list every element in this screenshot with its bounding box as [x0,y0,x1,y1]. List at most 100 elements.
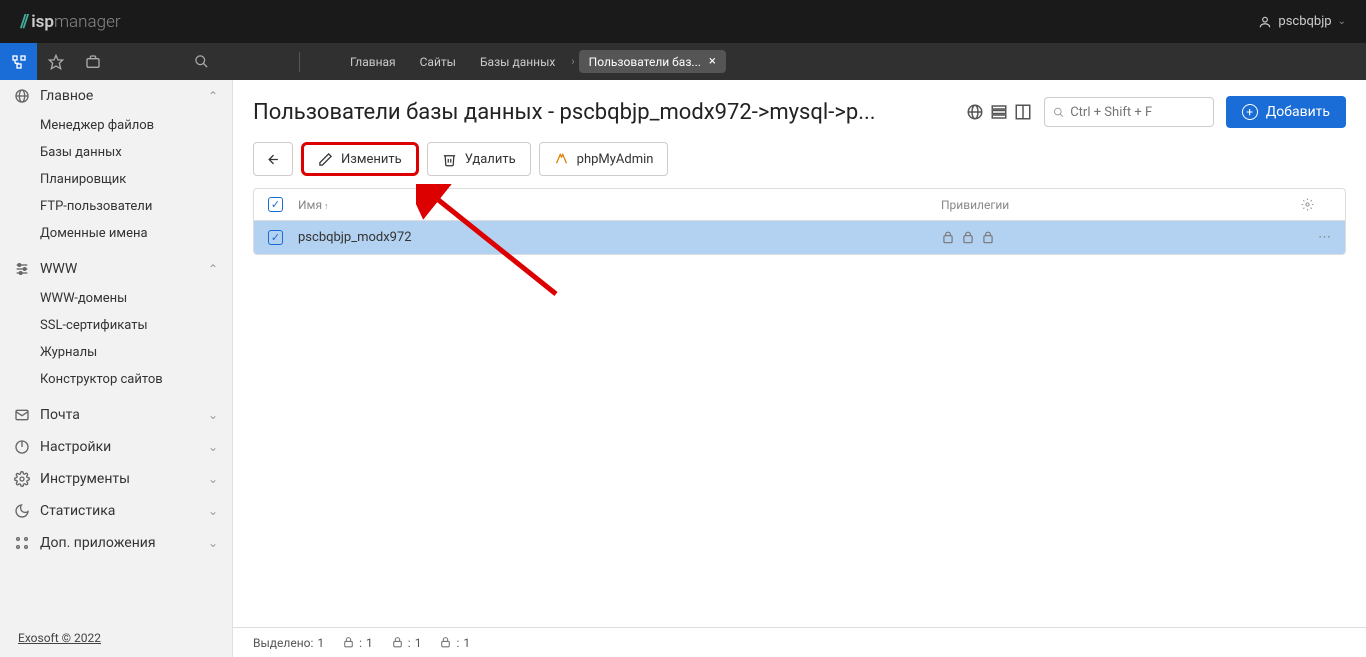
user-name: pscbqbjp [1278,14,1331,29]
global-search[interactable] [111,54,291,69]
globe-icon[interactable] [966,103,984,121]
status-stat-1: :1 [342,636,373,650]
sidebar-group-label: Инструменты [40,471,130,487]
sidebar: Главное ⌃ Менеджер файлов Базы данных Пл… [0,80,233,657]
toolbar: Изменить Удалить phpMyAdmin [233,142,1366,188]
secondary-bar: Главная Сайты Базы данных › Пользователи… [0,43,1366,80]
phpmyadmin-icon [554,152,569,167]
privilege-icon [961,231,975,245]
sidebar-group-label: Доп. приложения [40,535,156,551]
search-icon [194,54,209,69]
add-button[interactable]: + Добавить [1226,96,1346,128]
sidebar-group-apps[interactable]: Доп. приложения ⌄ [0,527,232,559]
status-bar: Выделено: 1 :1 :1 :1 [233,627,1366,657]
sidebar-group-settings[interactable]: Настройки ⌄ [0,431,232,463]
sidebar-group-stats[interactable]: Статистика ⌄ [0,495,232,527]
crumb-active-tab[interactable]: Пользователи баз... × [579,50,726,73]
sidebar-item-logs[interactable]: Журналы [0,339,232,366]
delete-button-label: Удалить [465,152,516,167]
columns-icon[interactable] [1014,103,1032,121]
sidebar-item-site-builder[interactable]: Конструктор сайтов [0,366,232,393]
search-icon [1053,106,1065,119]
phpmyadmin-button-label: phpMyAdmin [577,152,654,167]
delete-button[interactable]: Удалить [427,142,531,176]
sidebar-item-scheduler[interactable]: Планировщик [0,166,232,193]
sidebar-item-file-manager[interactable]: Менеджер файлов [0,112,232,139]
add-button-label: Добавить [1266,104,1330,120]
status-selected: Выделено: 1 [253,636,324,650]
pencil-icon [318,152,333,167]
crumb-databases[interactable]: Базы данных [468,50,567,74]
sidebar-item-domains[interactable]: Доменные имена [0,220,232,247]
search-input-wrap[interactable] [1044,97,1214,127]
header-action-icons [966,103,1032,121]
chevron-down-icon: ⌄ [208,536,218,550]
edit-button[interactable]: Изменить [301,142,419,176]
chevron-up-icon: ⌃ [208,89,218,103]
chevron-down-icon: ⌄ [1338,16,1346,27]
table-header: ✓ Имя↑ Привилегии [254,189,1345,221]
phpmyadmin-button[interactable]: phpMyAdmin [539,142,669,176]
lock-icon [342,636,355,649]
plus-icon: + [1242,104,1258,120]
sidebar-item-ftp-users[interactable]: FTP-пользователи [0,193,232,220]
divider [299,52,300,72]
sort-asc-icon: ↑ [324,202,329,212]
chevron-down-icon: ⌄ [208,472,218,486]
nav-tree-icon[interactable] [0,43,37,80]
star-icon[interactable] [37,43,74,80]
row-name: pscbqbjp_modx972 [298,230,941,245]
main-content: Пользователи базы данных - pscbqbjp_modx… [233,80,1366,657]
gear-icon [1301,198,1314,211]
logo: // ispmanager [20,11,121,32]
privilege-icon [941,231,955,245]
list-icon[interactable] [990,103,1008,121]
briefcase-icon[interactable] [74,43,111,80]
logo-slashes-icon: // [20,11,27,32]
user-menu[interactable]: pscbqbjp ⌄ [1258,14,1346,29]
sidebar-group-main[interactable]: Главное ⌃ [0,80,232,112]
chevron-down-icon: ⌄ [208,504,218,518]
apps-icon [14,535,30,551]
sidebar-footer-link[interactable]: Exosoft © 2022 [0,619,232,657]
chevron-down-icon: ⌄ [208,440,218,454]
sidebar-item-www-domains[interactable]: WWW-домены [0,285,232,312]
crumb-separator: › [567,55,578,68]
crumb-tab-label: Пользователи баз... [589,55,701,69]
row-privileges [941,231,1301,245]
mail-icon [14,407,30,423]
crumb-home[interactable]: Главная [338,50,408,74]
gear-icon [14,471,30,487]
row-checkbox[interactable]: ✓ [268,230,283,245]
sidebar-group-tools[interactable]: Инструменты ⌄ [0,463,232,495]
sidebar-group-mail[interactable]: Почта ⌄ [0,399,232,431]
sliders-icon [14,261,30,277]
trash-icon [442,152,457,167]
sidebar-group-label: Статистика [40,503,115,519]
lock-icon [439,636,452,649]
row-menu[interactable]: ⋯ [1301,230,1331,245]
column-header-name[interactable]: Имя↑ [298,198,941,212]
chevron-down-icon: ⌄ [208,408,218,422]
page-title: Пользователи базы данных - pscbqbjp_modx… [253,100,954,125]
close-icon[interactable]: × [709,54,716,69]
table-row[interactable]: ✓ pscbqbjp_modx972 ⋯ [254,221,1345,254]
sidebar-group-label: Настройки [40,439,111,455]
sidebar-item-databases[interactable]: Базы данных [0,139,232,166]
back-button[interactable] [253,142,293,176]
select-all-checkbox[interactable]: ✓ [268,197,283,212]
sidebar-item-ssl[interactable]: SSL-сертификаты [0,312,232,339]
sidebar-group-label: Почта [40,407,80,423]
status-stat-2: :1 [391,636,422,650]
status-stat-3: :1 [439,636,470,650]
breadcrumbs: Главная Сайты Базы данных › Пользователи… [338,50,726,74]
crumb-sites[interactable]: Сайты [408,50,468,74]
sidebar-group-www[interactable]: WWW ⌃ [0,253,232,285]
moon-icon [14,503,30,519]
logo-text: ispmanager [31,12,120,32]
search-input[interactable] [1070,105,1205,120]
sidebar-group-label: Главное [40,88,93,104]
power-icon [14,439,30,455]
column-header-privileges[interactable]: Привилегии [941,198,1301,212]
table-settings[interactable] [1301,198,1331,211]
